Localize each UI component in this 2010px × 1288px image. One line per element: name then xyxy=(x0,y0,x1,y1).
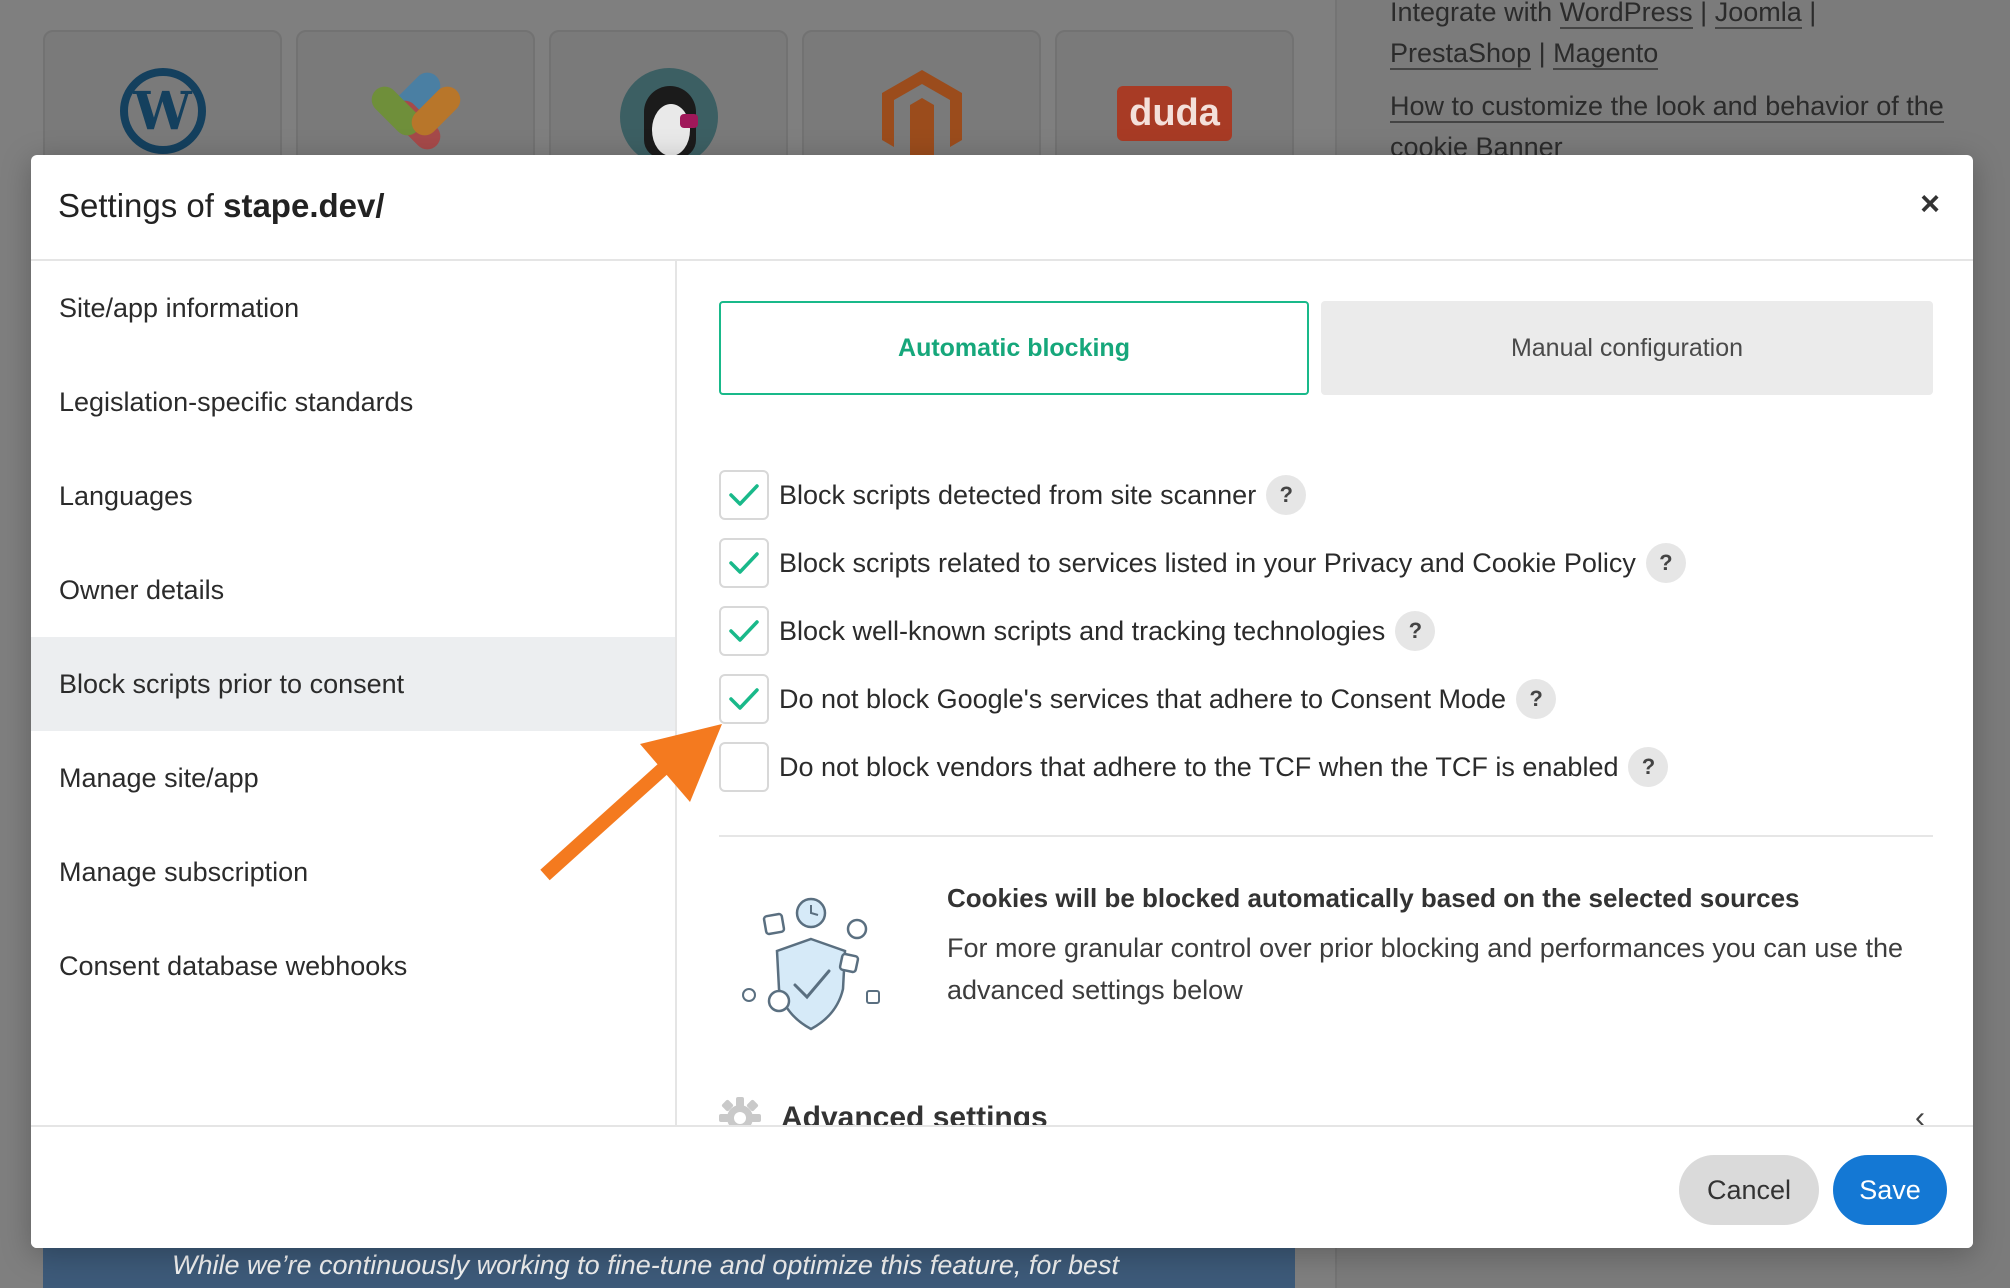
link-magento[interactable]: Magento xyxy=(1553,38,1659,70)
shield-cookies-illustration-icon xyxy=(742,897,880,1031)
tab-automatic-blocking[interactable]: Automatic blocking xyxy=(719,301,1309,395)
option-row: Block scripts detected from site scanner… xyxy=(719,469,1307,521)
option-label: Do not block Google's services that adhe… xyxy=(779,683,1507,714)
help-icon[interactable]: ? xyxy=(1266,475,1307,515)
checkmark-icon xyxy=(729,552,759,574)
help-icon[interactable]: ? xyxy=(1645,543,1686,583)
sidebar-item-owner-details[interactable]: Owner details xyxy=(31,543,675,637)
checkbox-block-policy-services[interactable] xyxy=(719,538,769,588)
link-customize-banner[interactable]: How to customize the look and behavior o… xyxy=(1390,91,1944,164)
link-joomla[interactable]: Joomla xyxy=(1714,0,1802,29)
save-button[interactable]: Save xyxy=(1833,1155,1947,1225)
duda-logo-icon: duda xyxy=(1117,86,1232,141)
checkbox-block-scanner-scripts[interactable] xyxy=(719,470,769,520)
background-notice-text: While we’re continuously working to fine… xyxy=(172,1250,1119,1280)
modal-footer: Cancel Save xyxy=(31,1125,1973,1248)
info-title: Cookies will be blocked automatically ba… xyxy=(947,883,1800,913)
sidebar-item-site-app-information[interactable]: Site/app information xyxy=(31,261,675,355)
help-icon[interactable]: ? xyxy=(1628,747,1669,787)
option-label: Block scripts detected from site scanner xyxy=(779,479,1257,510)
gear-icon xyxy=(719,1097,761,1125)
content-divider xyxy=(719,835,1933,837)
link-prestashop[interactable]: PrestaShop xyxy=(1390,38,1532,70)
help-icon[interactable]: ? xyxy=(1516,679,1557,719)
checkmark-icon xyxy=(729,484,759,506)
magento-logo-icon xyxy=(881,70,962,163)
wordpress-logo-icon: W xyxy=(119,68,206,154)
modal-header: Settings of stape.dev/ × xyxy=(31,155,1973,261)
chevron-left-icon[interactable]: ‹ xyxy=(1915,1101,1925,1125)
sidebar-item-legislation-standards[interactable]: Legislation-specific standards xyxy=(31,355,675,449)
modal-title-prefix: Settings of xyxy=(58,187,214,224)
help-icon[interactable]: ? xyxy=(1395,611,1436,651)
link-wordpress[interactable]: WordPress xyxy=(1559,0,1693,29)
annotation-arrow-icon xyxy=(540,724,722,881)
info-body: For more granular control over prior blo… xyxy=(947,933,1903,1005)
sidebar-item-consent-webhooks[interactable]: Consent database webhooks xyxy=(31,919,675,1013)
modal-title-site: stape.dev/ xyxy=(223,187,385,224)
settings-modal: Settings of stape.dev/ × Site/app inform… xyxy=(31,155,1973,1248)
option-row: Block scripts related to services listed… xyxy=(719,537,1686,589)
option-row: Block well-known scripts and tracking te… xyxy=(719,605,1436,657)
advanced-settings-label: Advanced settings xyxy=(781,1101,1048,1125)
sidebar-item-languages[interactable]: Languages xyxy=(31,449,675,543)
tab-manual-configuration[interactable]: Manual configuration xyxy=(1321,301,1933,395)
checkmark-icon xyxy=(729,688,759,710)
link-separator: | xyxy=(1809,0,1817,27)
close-icon[interactable]: × xyxy=(1911,185,1949,223)
integrate-prefix: Integrate with xyxy=(1390,0,1553,27)
settings-sidebar: Site/app information Legislation-specifi… xyxy=(31,261,677,1125)
background-help-links: Integrate with WordPress | Joomla | Pres… xyxy=(1390,0,1950,180)
option-label: Block scripts related to services listed… xyxy=(779,547,1636,578)
prestashop-logo-icon xyxy=(619,68,718,166)
checkmark-icon xyxy=(729,620,759,642)
joomla-logo-icon xyxy=(365,67,466,155)
cancel-button[interactable]: Cancel xyxy=(1679,1155,1819,1225)
advanced-settings-toggle[interactable]: Advanced settings ‹ xyxy=(719,1093,1933,1125)
option-row: Do not block Google's services that adhe… xyxy=(719,673,1557,725)
option-label: Block well-known scripts and tracking te… xyxy=(779,615,1386,646)
checkbox-block-well-known-scripts[interactable] xyxy=(719,606,769,656)
link-separator: | xyxy=(1700,0,1708,27)
option-label: Do not block vendors that adhere to the … xyxy=(779,751,1619,782)
link-separator: | xyxy=(1538,38,1546,68)
option-row: Do not block vendors that adhere to the … xyxy=(719,741,1669,793)
modal-title: Settings of stape.dev/ xyxy=(58,187,385,225)
settings-content: Automatic blocking Manual configuration … xyxy=(677,261,1973,1125)
